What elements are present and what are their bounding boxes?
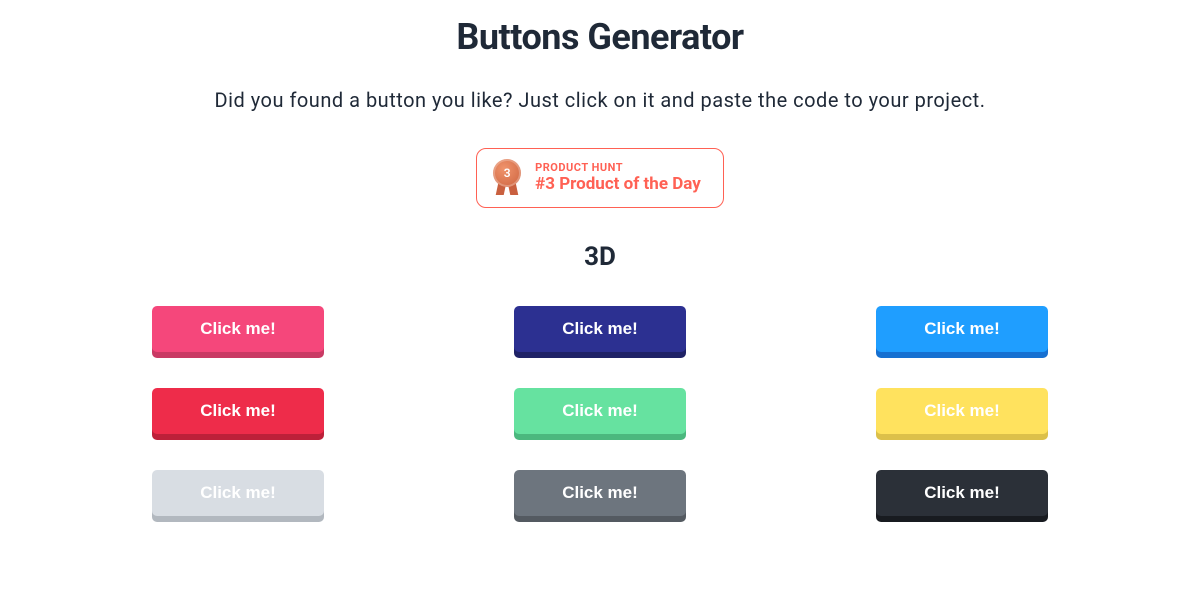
- button-3d-dark[interactable]: Click me!: [876, 470, 1048, 516]
- button-3d-indigo[interactable]: Click me!: [514, 306, 686, 352]
- buttons-grid: Click me! Click me! Click me! Click me! …: [152, 306, 1048, 516]
- page-title: Buttons Generator: [456, 16, 743, 58]
- page-subtitle: Did you found a button you like? Just cl…: [215, 88, 986, 112]
- button-3d-pink[interactable]: Click me!: [152, 306, 324, 352]
- product-hunt-label: PRODUCT HUNT: [535, 161, 701, 174]
- section-title-3d: 3D: [584, 242, 616, 272]
- product-hunt-text: PRODUCT HUNT #3 Product of the Day: [535, 161, 701, 195]
- button-3d-gray[interactable]: Click me!: [514, 470, 686, 516]
- product-hunt-badge[interactable]: 3 PRODUCT HUNT #3 Product of the Day: [476, 148, 724, 208]
- medal-icon: 3: [491, 159, 523, 197]
- medal-rank: 3: [493, 159, 521, 187]
- button-3d-yellow[interactable]: Click me!: [876, 388, 1048, 434]
- button-3d-red[interactable]: Click me!: [152, 388, 324, 434]
- button-3d-blue[interactable]: Click me!: [876, 306, 1048, 352]
- button-3d-lightgray[interactable]: Click me!: [152, 470, 324, 516]
- button-3d-green[interactable]: Click me!: [514, 388, 686, 434]
- product-hunt-rank-label: #3 Product of the Day: [535, 174, 701, 194]
